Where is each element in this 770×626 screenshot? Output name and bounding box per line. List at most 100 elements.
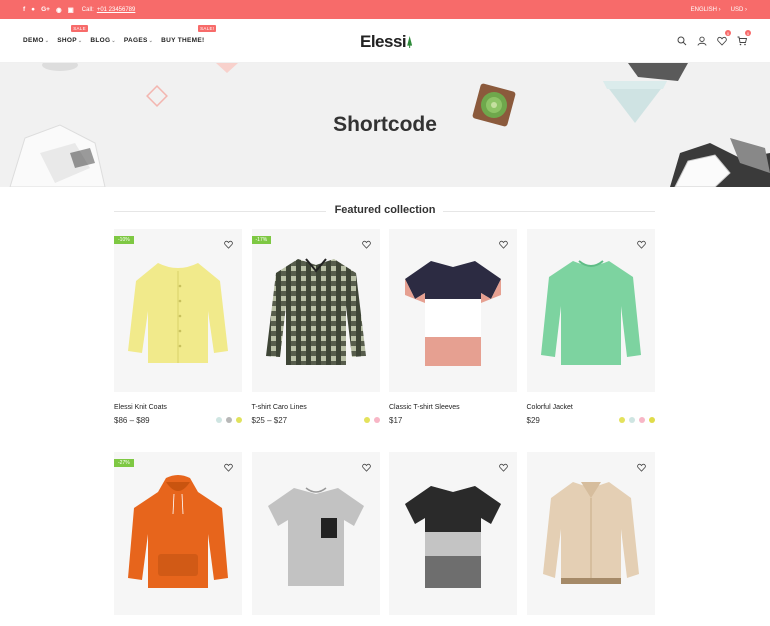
nav-item-buy-theme[interactable]: BUY THEME! SALE! <box>161 25 217 44</box>
product-card[interactable] <box>389 452 517 615</box>
sweater-garment-image <box>540 259 641 365</box>
product-card[interactable]: Colorful Jacket $29 <box>526 229 655 452</box>
product-image[interactable]: -10% <box>114 229 242 392</box>
social-links: f ● G+ ◉ ▣ <box>23 6 74 14</box>
product-image[interactable]: -27% <box>114 452 242 615</box>
instagram-icon[interactable]: ▣ <box>68 6 74 14</box>
tee-pocket-garment-image <box>267 486 364 586</box>
wishlist-heart-icon[interactable] <box>499 459 508 472</box>
nav-item-blog[interactable]: BLOG ⌄ <box>90 37 115 44</box>
color-swatch[interactable] <box>363 417 370 423</box>
hero-banner: Shortcode <box>0 63 770 187</box>
color-swatch[interactable] <box>618 417 625 423</box>
cart-count: 0 <box>745 30 751 36</box>
top-bar: f ● G+ ◉ ▣ Call: +01 23456789 ENGLISH › … <box>0 0 770 19</box>
discount-badge: -10% <box>114 236 134 244</box>
nav-item-label: BUY THEME! <box>161 37 205 44</box>
color-swatch[interactable] <box>628 417 635 423</box>
product-card[interactable]: -10% Elessi Knit Coats $86 – $89 <box>114 229 242 452</box>
product-meta: Classic T-shirt Sleeves $17 <box>389 392 517 452</box>
chevron-down-icon: ⌄ <box>44 37 50 44</box>
nav-item-demo[interactable]: DEMO ⌄ <box>23 37 49 44</box>
color-swatch[interactable] <box>373 417 380 423</box>
sale-badge: SALE <box>71 25 88 32</box>
color-swatches <box>363 417 380 423</box>
color-swatch[interactable] <box>236 417 242 423</box>
chevron-down-icon: ⌄ <box>77 37 83 44</box>
section-header: Featured collection <box>0 187 770 234</box>
product-card[interactable]: Classic T-shirt Sleeves $17 <box>389 229 517 452</box>
wishlist-heart-icon[interactable] <box>224 236 233 249</box>
product-meta: T-shirt Caro Lines $25 – $27 <box>252 392 380 452</box>
wishlist-heart-icon[interactable] <box>499 236 508 249</box>
product-image[interactable]: -17% <box>251 229 380 392</box>
tree-icon <box>407 36 413 48</box>
account-icon[interactable] <box>696 35 707 46</box>
wishlist-heart-icon[interactable] <box>636 459 646 472</box>
jacket-garment-image <box>542 481 639 584</box>
hoodie-garment-image <box>128 474 228 588</box>
main-nav: DEMO ⌄ SHOP ⌄ SALE BLOG ⌄ PAGES ⌄ BUY THEME! SALE! <box>23 25 217 44</box>
product-card[interactable] <box>526 452 655 615</box>
call-label: Call: <box>81 6 94 13</box>
wishlist-heart-icon[interactable] <box>361 459 371 472</box>
pink-triangle-decoration <box>216 63 238 73</box>
nav-item-pages[interactable]: PAGES ⌄ <box>124 37 153 44</box>
product-image[interactable] <box>389 229 517 392</box>
product-meta: Colorful Jacket $29 <box>527 392 655 452</box>
wishlist-count: 0 <box>725 30 731 36</box>
wishlist-heart-icon[interactable] <box>224 459 233 472</box>
product-image[interactable] <box>526 229 655 392</box>
phone-link[interactable]: +01 23456789 <box>97 7 136 13</box>
color-swatches <box>216 417 242 423</box>
product-image[interactable] <box>389 452 517 615</box>
tee-block-garment-image <box>405 260 501 366</box>
twitter-icon[interactable]: ● <box>31 6 35 13</box>
nav-item-label: PAGES <box>123 37 148 44</box>
logo-text: Elessi <box>360 32 407 51</box>
discount-badge: -27% <box>114 459 134 467</box>
wishlist-heart-icon[interactable] <box>361 236 371 249</box>
product-name[interactable]: T-shirt Caro Lines <box>252 404 380 411</box>
product-card[interactable] <box>251 452 380 615</box>
pinterest-icon[interactable]: ◉ <box>56 6 62 14</box>
diamond-outline-decoration <box>146 85 168 107</box>
sneaker-decoration <box>670 138 770 187</box>
discount-badge: -17% <box>251 236 272 244</box>
google-plus-icon[interactable]: G+ <box>41 6 50 13</box>
wishlist-heart-icon[interactable] <box>636 236 646 249</box>
language-selector[interactable]: ENGLISH › <box>691 7 721 13</box>
color-swatch[interactable] <box>648 417 655 423</box>
product-meta: Elessi Knit Coats $86 – $89 <box>114 392 242 452</box>
product-card[interactable]: -27% <box>114 452 242 615</box>
plaid-garment-image <box>265 257 366 365</box>
wishlist-icon[interactable]: 0 <box>716 30 731 46</box>
product-card[interactable]: -17% T-shirt Caro Lines $25 – $27 <box>251 229 380 452</box>
currency-selector[interactable]: USD › <box>731 7 747 13</box>
shoe-decoration <box>42 63 78 71</box>
nav-item-shop[interactable]: SHOP ⌄ SALE <box>57 25 88 44</box>
cardigan-garment-image <box>128 262 228 363</box>
product-name[interactable]: Colorful Jacket <box>527 404 655 411</box>
gray-pouch-decoration <box>628 63 688 81</box>
currency-label: USD <box>730 6 744 13</box>
product-name[interactable]: Classic T-shirt Sleeves <box>389 404 517 411</box>
tee-stripe-garment-image <box>405 485 501 588</box>
color-swatch[interactable] <box>216 417 222 423</box>
product-price: $25 – $27 <box>251 416 288 425</box>
nav-item-label: BLOG <box>90 37 111 44</box>
product-image[interactable] <box>251 452 380 615</box>
product-name[interactable]: Elessi Knit Coats <box>114 404 242 411</box>
site-logo[interactable]: Elessi <box>360 32 413 52</box>
section-title: Featured collection <box>334 204 436 216</box>
product-grid: -10% Elessi Knit Coats $86 – $89 -17% T-shir… <box>114 229 655 615</box>
nav-item-label: SHOP <box>57 37 77 44</box>
product-image[interactable] <box>526 452 655 615</box>
cart-icon[interactable]: 0 <box>736 30 751 46</box>
color-swatch[interactable] <box>226 417 232 423</box>
nav-item-label: DEMO <box>23 37 44 44</box>
facebook-icon[interactable]: f <box>23 6 25 13</box>
product-price: $17 <box>389 416 403 425</box>
color-swatch[interactable] <box>638 417 645 423</box>
search-icon[interactable] <box>676 35 687 46</box>
